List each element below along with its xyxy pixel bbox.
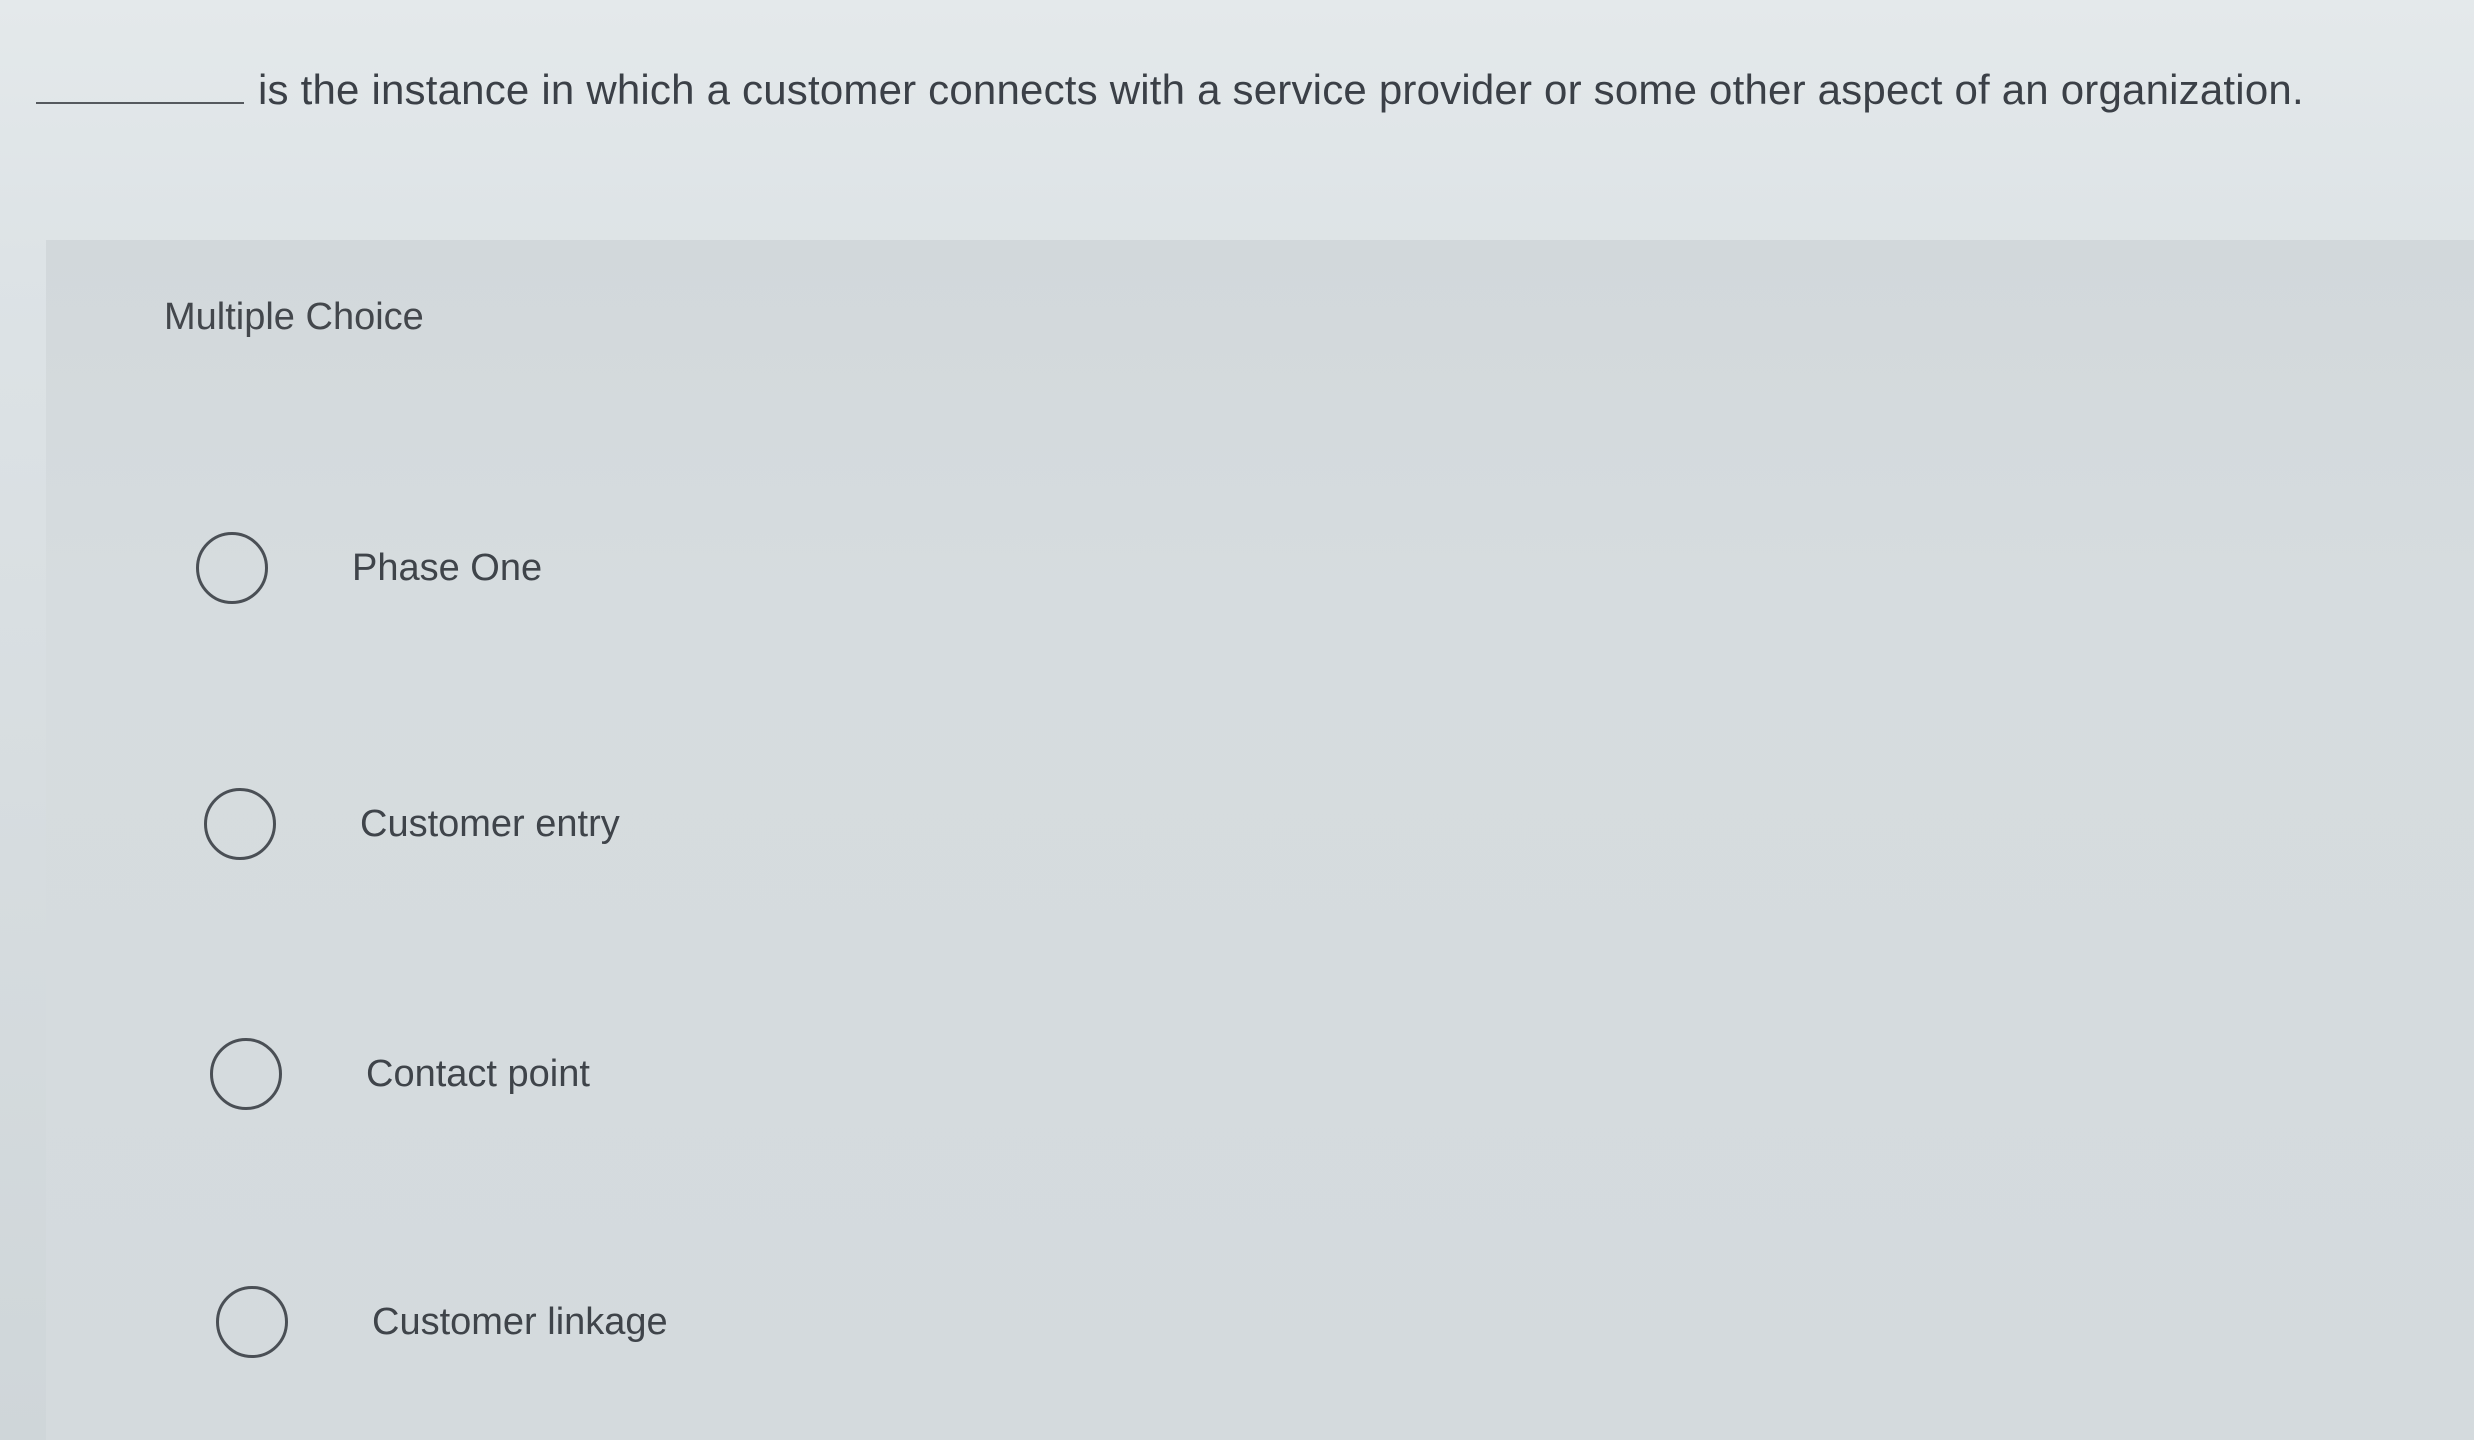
choice-label: Customer entry xyxy=(360,802,620,845)
choice-customer-linkage[interactable]: Customer linkage xyxy=(216,1286,668,1358)
radio-button-icon[interactable] xyxy=(210,1038,282,1110)
choice-label: Phase One xyxy=(352,546,543,589)
radio-button-icon[interactable] xyxy=(216,1286,288,1358)
answer-panel: Multiple Choice Phase One Customer entry… xyxy=(46,240,2474,1440)
choice-label: Customer linkage xyxy=(372,1300,668,1343)
question-type-label: Multiple Choice xyxy=(164,296,424,338)
question-prompt: is the instance in which a customer conn… xyxy=(36,18,2436,118)
radio-button-icon[interactable] xyxy=(196,532,268,604)
choice-customer-entry[interactable]: Customer entry xyxy=(204,788,620,860)
fill-in-blank xyxy=(36,102,244,104)
choice-phase-one[interactable]: Phase One xyxy=(196,532,542,604)
choice-contact-point[interactable]: Contact point xyxy=(210,1038,590,1110)
choice-label: Contact point xyxy=(366,1052,590,1095)
question-text: is the instance in which a customer conn… xyxy=(258,66,2304,113)
radio-button-icon[interactable] xyxy=(204,788,276,860)
